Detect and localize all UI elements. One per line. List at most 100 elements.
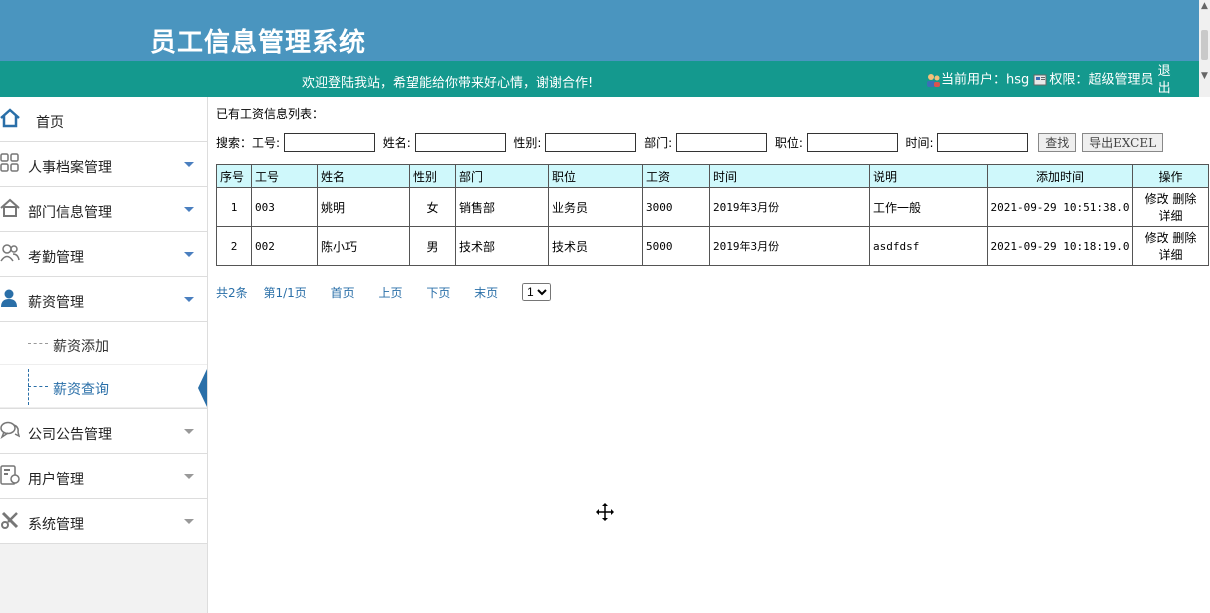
detail-link[interactable]: 详细 (1158, 209, 1182, 223)
logout-link[interactable]: 退出 (1158, 63, 1174, 97)
sidebar-item-label: 考勤管理 (28, 250, 84, 266)
name-label: 姓名: (382, 136, 411, 150)
user-icon (1, 289, 17, 307)
app-header: 员工信息管理系统 (0, 0, 1199, 61)
sidebar-item-home[interactable]: 首页 (0, 97, 207, 142)
permission-icon (1033, 74, 1047, 86)
cell-salary: 3000 (642, 187, 710, 227)
sidebar-item-label: 用户管理 (28, 472, 84, 488)
pagination: 共2条 第1/1页 首页 上页 下页 末页 1 (216, 283, 551, 301)
page-indicator: 第1/1页 (263, 285, 307, 300)
sidebar: 首页 人事档案管理 部门信息管理 考勤管理 薪资管理 薪资添加 薪资查询 公司公… (0, 97, 208, 613)
emp-id-input[interactable] (283, 133, 375, 152)
cell-name: 姚明 (317, 187, 410, 227)
page-select[interactable]: 1 (522, 283, 551, 301)
scroll-up-icon[interactable]: ▲ (1200, 0, 1209, 12)
column-header: 说明 (869, 164, 988, 188)
cell-dept: 销售部 (455, 187, 549, 227)
sidebar-subitem-salary-add[interactable]: 薪资添加 (0, 322, 207, 365)
user-icon (927, 74, 940, 87)
tools-icon (1, 511, 19, 529)
position-input[interactable] (806, 133, 898, 152)
chevron-down-icon (184, 252, 194, 257)
time-input[interactable] (937, 133, 1029, 152)
cell-ops: 修改 删除 详细 (1132, 187, 1209, 227)
next-page-link[interactable]: 下页 (426, 286, 450, 300)
table-row: 1 003 姚明 女 销售部 业务员 3000 2019年3月份 工作一般 20… (216, 187, 1209, 227)
current-user-label: 当前用户： (941, 72, 1007, 88)
sidebar-item-personnel[interactable]: 人事档案管理 (0, 142, 207, 187)
chevron-down-icon (184, 519, 194, 524)
delete-link[interactable]: 删除 (1172, 231, 1196, 245)
permission-value: 超级管理员 (1088, 72, 1154, 88)
salary-table: 序号 工号 姓名 性别 部门 职位 工资 时间 说明 添加时间 操作 1 003… (216, 164, 1209, 266)
scroll-down-icon[interactable]: ▼ (1200, 70, 1209, 82)
detail-link[interactable]: 详细 (1158, 248, 1182, 262)
column-header: 序号 (216, 164, 252, 188)
first-page-link[interactable]: 首页 (331, 286, 355, 300)
edit-link[interactable]: 修改 (1145, 192, 1169, 206)
column-header: 操作 (1132, 164, 1209, 188)
cell-time: 2019年3月份 (709, 226, 870, 266)
sidebar-item-salary[interactable]: 薪资管理 (0, 277, 207, 322)
total-count: 共2条 (216, 285, 248, 300)
column-header: 工资 (642, 164, 710, 188)
cell-salary: 5000 (642, 226, 710, 266)
sidebar-item-department[interactable]: 部门信息管理 (0, 187, 207, 232)
sidebar-item-users[interactable]: 用户管理 (0, 454, 207, 499)
delete-link[interactable]: 删除 (1172, 192, 1196, 206)
chevron-down-icon (184, 162, 194, 167)
dept-label: 部门: (644, 136, 673, 150)
gender-input[interactable] (545, 133, 637, 152)
people-icon (0, 244, 20, 262)
active-indicator (198, 369, 207, 407)
cell-emp-id: 002 (251, 226, 318, 266)
prev-page-link[interactable]: 上页 (378, 286, 402, 300)
page-scrollbar[interactable]: ▲ ▼ (1199, 0, 1210, 97)
sidebar-item-announcement[interactable]: 公司公告管理 (0, 409, 207, 454)
column-header: 性别 (409, 164, 456, 188)
cell-name: 陈小巧 (317, 226, 410, 266)
building-icon (0, 198, 20, 217)
find-button[interactable]: 查找 (1038, 133, 1077, 152)
sidebar-item-label: 系统管理 (28, 517, 84, 533)
cell-no: 2 (216, 226, 252, 266)
last-page-link[interactable]: 末页 (474, 286, 498, 300)
page-title: 员工信息管理系统 (150, 28, 367, 58)
tree-line (28, 386, 48, 387)
list-title: 已有工资信息列表： (216, 107, 325, 121)
chevron-down-icon (184, 297, 194, 302)
edit-link[interactable]: 修改 (1145, 231, 1169, 245)
table-header-row: 序号 工号 姓名 性别 部门 职位 工资 时间 说明 添加时间 操作 (216, 164, 1209, 188)
tree-line (28, 343, 48, 344)
chat-icon (0, 421, 20, 439)
chevron-down-icon (184, 474, 194, 479)
emp-id-label: 工号: (252, 136, 281, 150)
cell-position: 技术员 (548, 226, 643, 266)
column-header: 姓名 (317, 164, 410, 188)
dept-input[interactable] (676, 133, 767, 152)
sidebar-item-system[interactable]: 系统管理 (0, 499, 207, 544)
cell-gender: 男 (409, 226, 456, 266)
sidebar-subitem-salary-query[interactable]: 薪资查询 (0, 365, 207, 408)
cell-added: 2021-09-29 10:18:19.0 (987, 226, 1133, 266)
export-excel-button[interactable]: 导出EXCEL (1082, 133, 1164, 152)
column-header: 部门 (455, 164, 549, 188)
sidebar-item-label: 公司公告管理 (28, 427, 112, 443)
sidebar-item-label: 部门信息管理 (28, 205, 112, 221)
sidebar-item-attendance[interactable]: 考勤管理 (0, 232, 207, 277)
main-content: 已有工资信息列表： 搜索：工号: 姓名: 性别: 部门: 职位: 时间: 查找 … (216, 97, 1210, 613)
time-label: 时间: (905, 136, 934, 150)
cell-position: 业务员 (548, 187, 643, 227)
cell-gender: 女 (409, 187, 456, 227)
move-cursor-icon (596, 503, 614, 521)
sidebar-item-label: 人事档案管理 (28, 160, 112, 176)
column-header: 工号 (251, 164, 318, 188)
cell-note: 工作一般 (869, 187, 988, 227)
scroll-thumb[interactable] (1201, 30, 1208, 60)
chevron-down-icon (184, 207, 194, 212)
sidebar-item-label: 薪资管理 (28, 295, 84, 311)
name-input[interactable] (414, 133, 506, 152)
cell-added: 2021-09-29 10:51:38.0 (987, 187, 1133, 227)
column-header: 时间 (709, 164, 870, 188)
